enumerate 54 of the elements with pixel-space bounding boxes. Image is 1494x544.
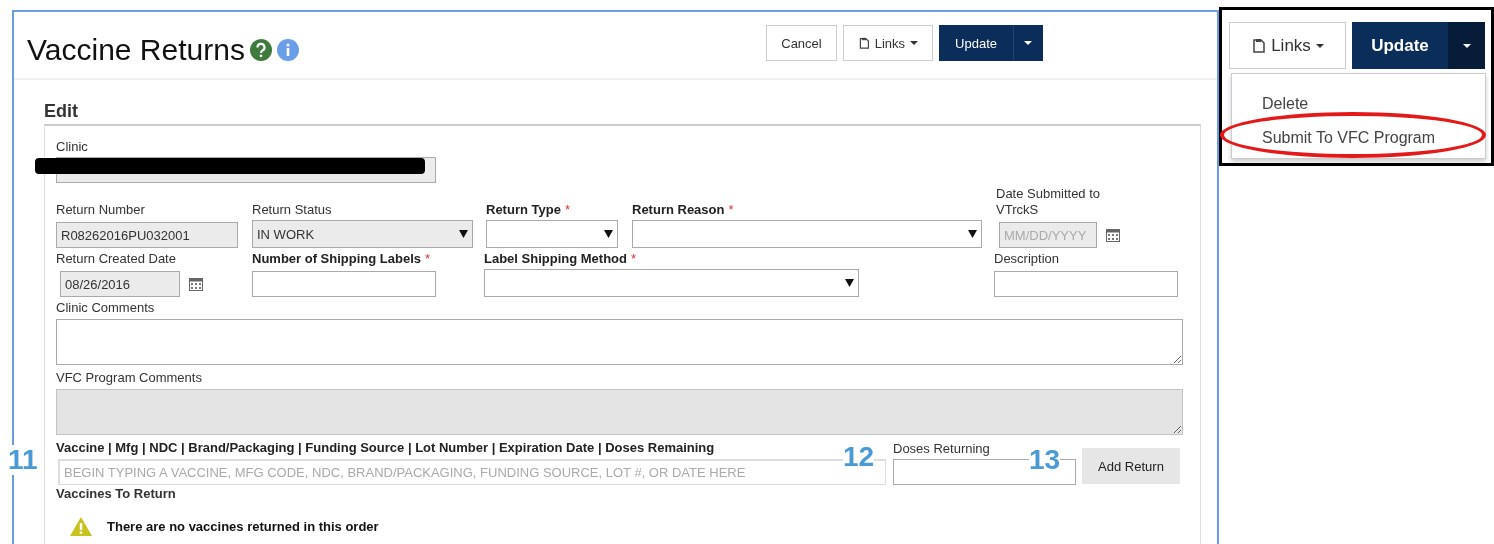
info-icon xyxy=(276,39,299,61)
dropdown[interactable] xyxy=(484,269,859,297)
dropdown-toggle[interactable] xyxy=(1013,25,1043,61)
text-field[interactable] xyxy=(252,271,436,297)
dropdown-arrow-icon xyxy=(845,279,854,287)
links-button[interactable]: Links xyxy=(842,25,934,61)
calendar-icon xyxy=(1106,228,1120,242)
field-label: Number of Shipping Labels xyxy=(252,251,421,266)
field-label: Doses Returning xyxy=(893,441,990,457)
required-mark: * xyxy=(564,202,570,217)
links-button[interactable]: Links xyxy=(1229,22,1346,69)
dropdown-arrow-icon xyxy=(604,230,613,238)
required-mark: * xyxy=(631,251,637,266)
menu-item[interactable]: Delete xyxy=(1262,95,1309,113)
callout-number: 11 xyxy=(8,445,38,475)
dropdown-arrow-icon xyxy=(459,230,468,238)
field-label: Date Submitted to VTrckS xyxy=(996,186,1101,217)
clipboard-icon xyxy=(857,37,870,49)
field-label: Return Status xyxy=(252,202,332,217)
empty-message: There are no vaccines returned in this order xyxy=(107,519,379,534)
required-mark: * xyxy=(425,251,431,266)
caret-icon xyxy=(910,41,919,45)
update-button[interactable]: Update xyxy=(939,25,1013,61)
field-label: Return Number xyxy=(56,202,145,217)
section-title: Edit xyxy=(44,100,79,122)
field-label: VFC Program Comments xyxy=(56,370,203,386)
comments-field[interactable] xyxy=(56,319,1183,365)
dropdown[interactable] xyxy=(486,220,618,248)
caret-icon xyxy=(1024,41,1032,45)
section-heading: Vaccines To Return xyxy=(56,486,177,502)
field-label: Label Shipping Method xyxy=(484,251,627,266)
field-label: Return Reason xyxy=(632,202,725,217)
dropdown-arrow-icon xyxy=(968,230,977,238)
update-button[interactable]: Update xyxy=(1352,22,1448,69)
field-label: Return Type xyxy=(486,202,561,217)
dropdown-toggle[interactable] xyxy=(1448,22,1485,69)
text-field[interactable] xyxy=(994,271,1178,297)
caret-icon xyxy=(1315,43,1324,48)
field-label: Vaccine | Mfg | NDC | Brand/Packaging | Funding Source | Lot Number | Expiration Date | Doses Remaining xyxy=(56,440,715,456)
field-label: Return Created Date xyxy=(56,251,176,266)
required-mark: * xyxy=(728,202,734,217)
dropdown[interactable] xyxy=(632,220,982,248)
add-return-button[interactable]: Add Return xyxy=(1082,448,1180,484)
warning-icon xyxy=(69,516,93,537)
page-title: Vaccine Returns xyxy=(27,32,245,68)
field-label: Description xyxy=(994,251,1060,266)
clipboard-icon xyxy=(1251,38,1267,53)
field-label: Clinic Comments xyxy=(56,300,156,316)
cancel-button[interactable]: Cancel xyxy=(766,25,837,61)
calendar-icon xyxy=(189,277,203,291)
caret-icon xyxy=(1462,43,1471,48)
help-icon xyxy=(249,39,272,61)
field-label: Clinic xyxy=(56,139,89,155)
menu-item[interactable]: Submit To VFC Program xyxy=(1262,129,1436,147)
